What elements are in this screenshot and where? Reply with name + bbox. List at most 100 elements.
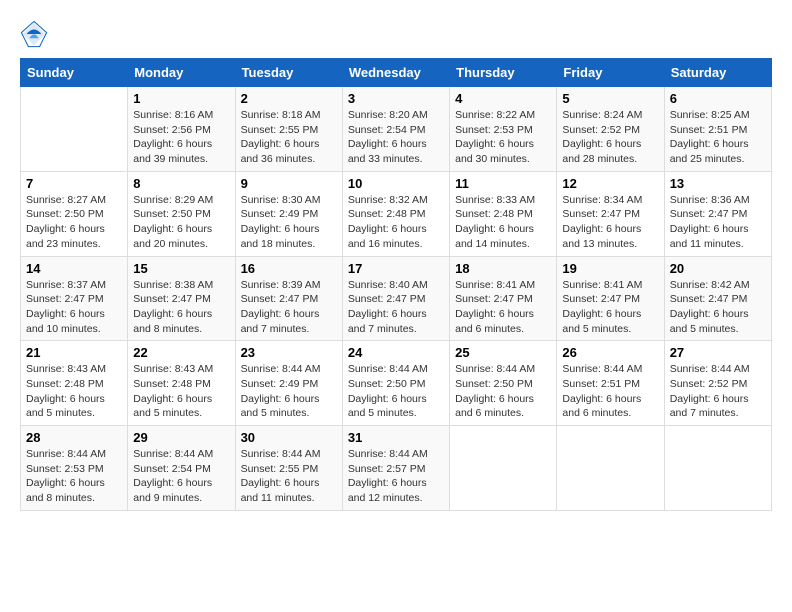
day-cell: 6 Sunrise: 8:25 AM Sunset: 2:51 PM Daylig… — [664, 87, 771, 172]
day-info: Sunrise: 8:32 AM Sunset: 2:48 PM Dayligh… — [348, 193, 444, 252]
day-info: Sunrise: 8:43 AM Sunset: 2:48 PM Dayligh… — [26, 362, 122, 421]
day-info: Sunrise: 8:34 AM Sunset: 2:47 PM Dayligh… — [562, 193, 658, 252]
day-info: Sunrise: 8:44 AM Sunset: 2:49 PM Dayligh… — [241, 362, 337, 421]
day-info: Sunrise: 8:33 AM Sunset: 2:48 PM Dayligh… — [455, 193, 551, 252]
day-cell: 15 Sunrise: 8:38 AM Sunset: 2:47 PM Dayli… — [128, 256, 235, 341]
day-number: 23 — [241, 345, 337, 360]
week-row-5: 28 Sunrise: 8:44 AM Sunset: 2:53 PM Dayli… — [21, 426, 772, 511]
day-number: 11 — [455, 176, 551, 191]
day-number: 18 — [455, 261, 551, 276]
day-number: 22 — [133, 345, 229, 360]
col-header-thursday: Thursday — [450, 59, 557, 87]
day-cell: 26Sunrise: 8:44 AM Sunset: 2:51 PM Dayli… — [557, 341, 664, 426]
col-header-monday: Monday — [128, 59, 235, 87]
week-row-1: 1 Sunrise: 8:16 AM Sunset: 2:56 PM Daylig… — [21, 87, 772, 172]
day-number: 26 — [562, 345, 658, 360]
col-header-sunday: Sunday — [21, 59, 128, 87]
day-info: Sunrise: 8:44 AM Sunset: 2:52 PM Dayligh… — [670, 362, 766, 421]
day-cell: 11 Sunrise: 8:33 AM Sunset: 2:48 PM Dayli… — [450, 171, 557, 256]
day-info: Sunrise: 8:27 AM Sunset: 2:50 PM Dayligh… — [26, 193, 122, 252]
day-number: 9 — [241, 176, 337, 191]
col-header-friday: Friday — [557, 59, 664, 87]
day-cell — [21, 87, 128, 172]
day-cell: 27 Sunrise: 8:44 AM Sunset: 2:52 PM Dayli… — [664, 341, 771, 426]
day-info: Sunrise: 8:16 AM Sunset: 2:56 PM Dayligh… — [133, 108, 229, 167]
logo-icon — [20, 20, 48, 48]
day-number: 25 — [455, 345, 551, 360]
day-info: Sunrise: 8:41 AM Sunset: 2:47 PM Dayligh… — [562, 278, 658, 337]
day-cell: 25 Sunrise: 8:44 AM Sunset: 2:50 PM Dayli… — [450, 341, 557, 426]
col-header-tuesday: Tuesday — [235, 59, 342, 87]
day-cell: 13Sunrise: 8:36 AM Sunset: 2:47 PM Dayli… — [664, 171, 771, 256]
day-cell: 20 Sunrise: 8:42 AM Sunset: 2:47 PM Dayli… — [664, 256, 771, 341]
day-info: Sunrise: 8:20 AM Sunset: 2:54 PM Dayligh… — [348, 108, 444, 167]
header-row: SundayMondayTuesdayWednesdayThursdayFrid… — [21, 59, 772, 87]
day-cell — [664, 426, 771, 511]
day-info: Sunrise: 8:44 AM Sunset: 2:55 PM Dayligh… — [241, 447, 337, 506]
day-number: 30 — [241, 430, 337, 445]
day-info: Sunrise: 8:38 AM Sunset: 2:47 PM Dayligh… — [133, 278, 229, 337]
day-number: 29 — [133, 430, 229, 445]
col-header-wednesday: Wednesday — [342, 59, 449, 87]
day-info: Sunrise: 8:41 AM Sunset: 2:47 PM Dayligh… — [455, 278, 551, 337]
day-number: 12 — [562, 176, 658, 191]
day-number: 21 — [26, 345, 122, 360]
day-number: 10 — [348, 176, 444, 191]
day-number: 4 — [455, 91, 551, 106]
day-cell: 14 Sunrise: 8:37 AM Sunset: 2:47 PM Dayli… — [21, 256, 128, 341]
week-row-4: 21 Sunrise: 8:43 AM Sunset: 2:48 PM Dayli… — [21, 341, 772, 426]
day-cell: 12 Sunrise: 8:34 AM Sunset: 2:47 PM Dayli… — [557, 171, 664, 256]
day-info: Sunrise: 8:29 AM Sunset: 2:50 PM Dayligh… — [133, 193, 229, 252]
day-number: 31 — [348, 430, 444, 445]
day-cell: 8 Sunrise: 8:29 AM Sunset: 2:50 PM Daylig… — [128, 171, 235, 256]
col-header-saturday: Saturday — [664, 59, 771, 87]
day-number: 15 — [133, 261, 229, 276]
day-number: 28 — [26, 430, 122, 445]
day-info: Sunrise: 8:44 AM Sunset: 2:50 PM Dayligh… — [455, 362, 551, 421]
day-info: Sunrise: 8:25 AM Sunset: 2:51 PM Dayligh… — [670, 108, 766, 167]
day-number: 7 — [26, 176, 122, 191]
day-cell: 22 Sunrise: 8:43 AM Sunset: 2:48 PM Dayli… — [128, 341, 235, 426]
day-info: Sunrise: 8:39 AM Sunset: 2:47 PM Dayligh… — [241, 278, 337, 337]
day-cell: 18 Sunrise: 8:41 AM Sunset: 2:47 PM Dayli… — [450, 256, 557, 341]
day-info: Sunrise: 8:30 AM Sunset: 2:49 PM Dayligh… — [241, 193, 337, 252]
day-info: Sunrise: 8:44 AM Sunset: 2:50 PM Dayligh… — [348, 362, 444, 421]
day-cell: 30 Sunrise: 8:44 AM Sunset: 2:55 PM Dayli… — [235, 426, 342, 511]
day-info: Sunrise: 8:22 AM Sunset: 2:53 PM Dayligh… — [455, 108, 551, 167]
day-cell — [450, 426, 557, 511]
day-info: Sunrise: 8:44 AM Sunset: 2:57 PM Dayligh… — [348, 447, 444, 506]
day-info: Sunrise: 8:42 AM Sunset: 2:47 PM Dayligh… — [670, 278, 766, 337]
day-number: 19 — [562, 261, 658, 276]
day-cell: 23 Sunrise: 8:44 AM Sunset: 2:49 PM Dayli… — [235, 341, 342, 426]
day-info: Sunrise: 8:37 AM Sunset: 2:47 PM Dayligh… — [26, 278, 122, 337]
day-info: Sunrise: 8:43 AM Sunset: 2:48 PM Dayligh… — [133, 362, 229, 421]
day-cell: 17 Sunrise: 8:40 AM Sunset: 2:47 PM Dayli… — [342, 256, 449, 341]
day-number: 16 — [241, 261, 337, 276]
day-cell: 1 Sunrise: 8:16 AM Sunset: 2:56 PM Daylig… — [128, 87, 235, 172]
day-number: 13 — [670, 176, 766, 191]
day-number: 3 — [348, 91, 444, 106]
day-cell: 19 Sunrise: 8:41 AM Sunset: 2:47 PM Dayli… — [557, 256, 664, 341]
day-number: 27 — [670, 345, 766, 360]
day-info: Sunrise: 8:18 AM Sunset: 2:55 PM Dayligh… — [241, 108, 337, 167]
day-number: 5 — [562, 91, 658, 106]
day-cell: 7 Sunrise: 8:27 AM Sunset: 2:50 PM Daylig… — [21, 171, 128, 256]
day-cell: 16 Sunrise: 8:39 AM Sunset: 2:47 PM Dayli… — [235, 256, 342, 341]
page-header — [20, 20, 772, 48]
day-cell: 9 Sunrise: 8:30 AM Sunset: 2:49 PM Daylig… — [235, 171, 342, 256]
day-number: 17 — [348, 261, 444, 276]
day-number: 8 — [133, 176, 229, 191]
day-number: 6 — [670, 91, 766, 106]
day-number: 20 — [670, 261, 766, 276]
logo — [20, 20, 52, 48]
day-cell: 28 Sunrise: 8:44 AM Sunset: 2:53 PM Dayli… — [21, 426, 128, 511]
day-cell: 5Sunrise: 8:24 AM Sunset: 2:52 PM Daylig… — [557, 87, 664, 172]
day-info: Sunrise: 8:44 AM Sunset: 2:54 PM Dayligh… — [133, 447, 229, 506]
day-cell: 29 Sunrise: 8:44 AM Sunset: 2:54 PM Dayli… — [128, 426, 235, 511]
day-number: 14 — [26, 261, 122, 276]
day-number: 1 — [133, 91, 229, 106]
day-cell: 21 Sunrise: 8:43 AM Sunset: 2:48 PM Dayli… — [21, 341, 128, 426]
day-cell: 4 Sunrise: 8:22 AM Sunset: 2:53 PM Daylig… — [450, 87, 557, 172]
day-info: Sunrise: 8:40 AM Sunset: 2:47 PM Dayligh… — [348, 278, 444, 337]
day-info: Sunrise: 8:44 AM Sunset: 2:53 PM Dayligh… — [26, 447, 122, 506]
